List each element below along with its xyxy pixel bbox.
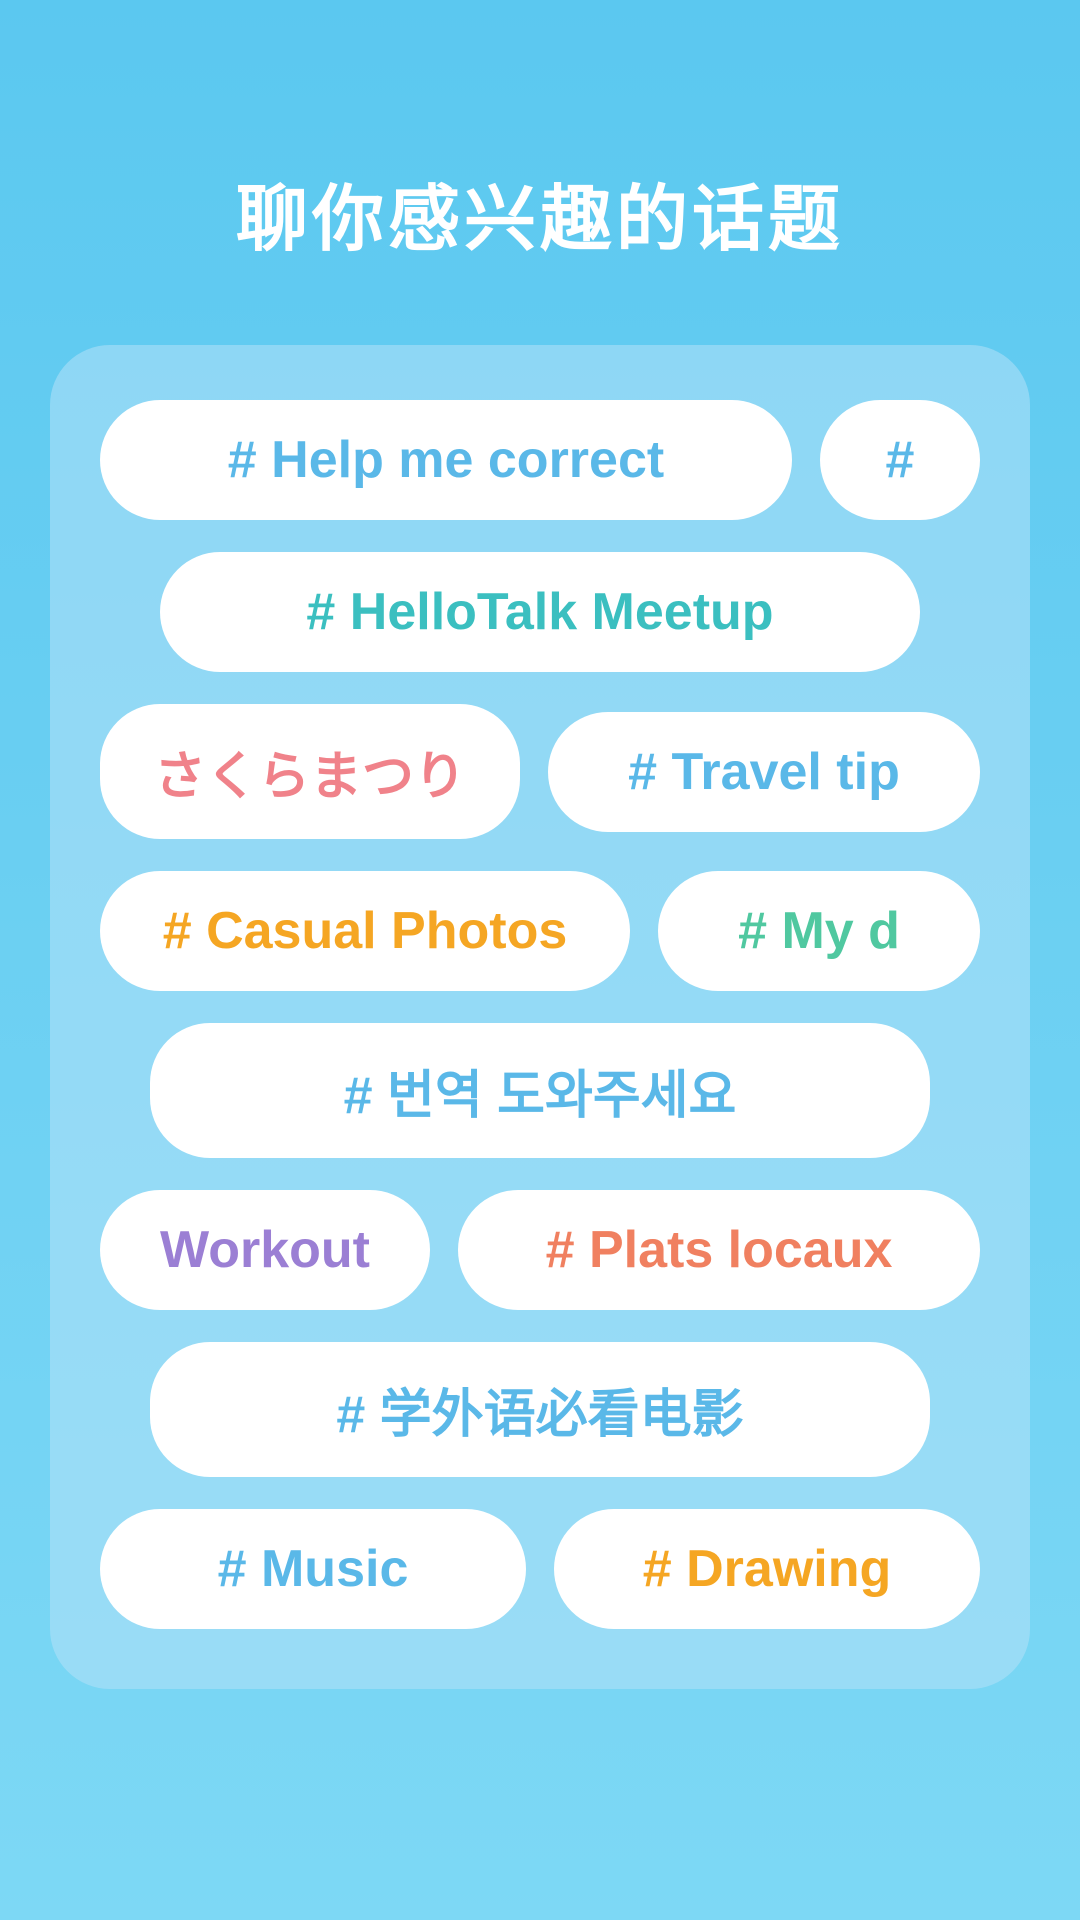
tag-row-6: Workout # Plats locaux <box>100 1190 980 1310</box>
tag-row-5: # 번역 도와주세요 <box>100 1023 980 1158</box>
tag-travel-tip[interactable]: # Travel tip <box>548 712 980 832</box>
tag-row-1: # Help me correct # <box>100 400 980 520</box>
tag-row-4: # Casual Photos # My d <box>100 871 980 991</box>
tag-drawing[interactable]: # Drawing <box>554 1509 980 1629</box>
tag-music[interactable]: # Music <box>100 1509 526 1629</box>
topics-container: # Help me correct # # HelloTalk Meetup さ… <box>50 345 1030 1689</box>
tag-help-me-correct[interactable]: # Help me correct <box>100 400 792 520</box>
tag-plats-locaux[interactable]: # Plats locaux <box>458 1190 980 1310</box>
tag-casual-photos[interactable]: # Casual Photos <box>100 871 630 991</box>
tag-row-8: # Music # Drawing <box>100 1509 980 1629</box>
tag-row-3: さくらまつり # Travel tip <box>100 704 980 839</box>
page-title: 聊你感兴趣的话题 <box>0 0 1080 345</box>
tag-row-2: # HelloTalk Meetup <box>100 552 980 672</box>
tag-workout[interactable]: Workout <box>100 1190 430 1310</box>
tag-overflow-1[interactable]: # <box>820 400 980 520</box>
tag-translate[interactable]: # 번역 도와주세요 <box>150 1023 930 1158</box>
tag-movie[interactable]: # 学外语必看电影 <box>150 1342 930 1477</box>
tag-row-7: # 学外语必看电影 <box>100 1342 980 1477</box>
tag-my-d[interactable]: # My d <box>658 871 980 991</box>
tag-hellotalk-meetup[interactable]: # HelloTalk Meetup <box>160 552 920 672</box>
tag-sakura[interactable]: さくらまつり <box>100 704 520 839</box>
